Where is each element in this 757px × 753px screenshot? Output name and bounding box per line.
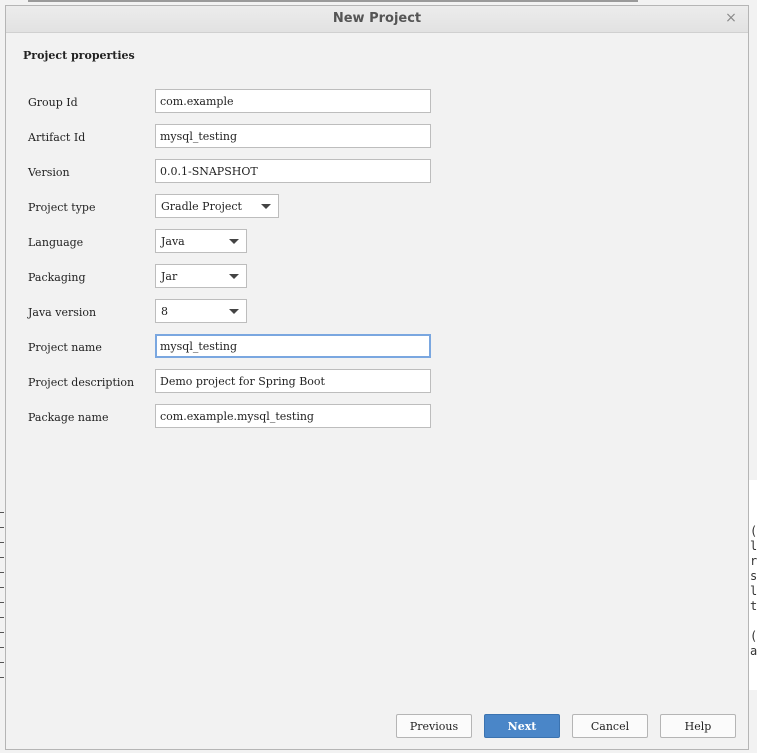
next-button[interactable]: Next [484,714,560,738]
packaging-select[interactable]: Jar [155,264,247,288]
background-editor-text: l [750,584,757,598]
project-name-label: Project name [28,341,102,354]
project-name-input[interactable] [155,334,431,358]
version-label: Version [28,166,70,179]
package-name-input[interactable] [155,404,431,428]
java-version-value: 8 [161,305,168,318]
artifact-id-input[interactable] [155,124,431,148]
packaging-label: Packaging [28,271,86,284]
help-button[interactable]: Help [660,714,736,738]
language-select[interactable]: Java [155,229,247,253]
project-type-value: Gradle Project [161,200,242,213]
background-editor-text: r [750,554,757,568]
dialog-title: New Project [332,11,422,26]
dialog-titlebar[interactable]: New Project × [6,6,748,33]
background-editor-text: s [750,569,757,583]
background-editor-text: ( [750,524,757,538]
new-project-dialog: New Project × Project properties Group I… [5,5,749,750]
close-icon[interactable]: × [724,10,738,26]
chevron-down-icon [229,274,239,279]
group-id-label: Group Id [28,96,78,109]
project-description-input[interactable] [155,369,431,393]
version-input[interactable] [155,159,431,183]
background-editor-text: l [750,539,757,553]
chevron-down-icon [229,239,239,244]
project-description-label: Project description [28,376,135,389]
section-title: Project properties [23,49,135,62]
java-version-select[interactable]: 8 [155,299,247,323]
package-name-label: Package name [28,411,109,424]
chevron-down-icon [229,309,239,314]
background-toolbar-edge [28,0,638,2]
background-editor-text: t [750,599,757,613]
group-id-input[interactable] [155,89,431,113]
artifact-id-label: Artifact Id [28,131,86,144]
previous-button[interactable]: Previous [396,714,472,738]
background-editor-text: ( [750,629,757,643]
packaging-value: Jar [161,270,178,283]
project-type-select[interactable]: Gradle Project [155,194,279,218]
java-version-label: Java version [28,306,97,319]
cancel-button[interactable]: Cancel [572,714,648,738]
project-type-label: Project type [28,201,96,214]
language-value: Java [161,235,185,248]
chevron-down-icon [261,204,271,209]
language-label: Language [28,236,84,249]
background-editor-text: a [750,644,757,658]
